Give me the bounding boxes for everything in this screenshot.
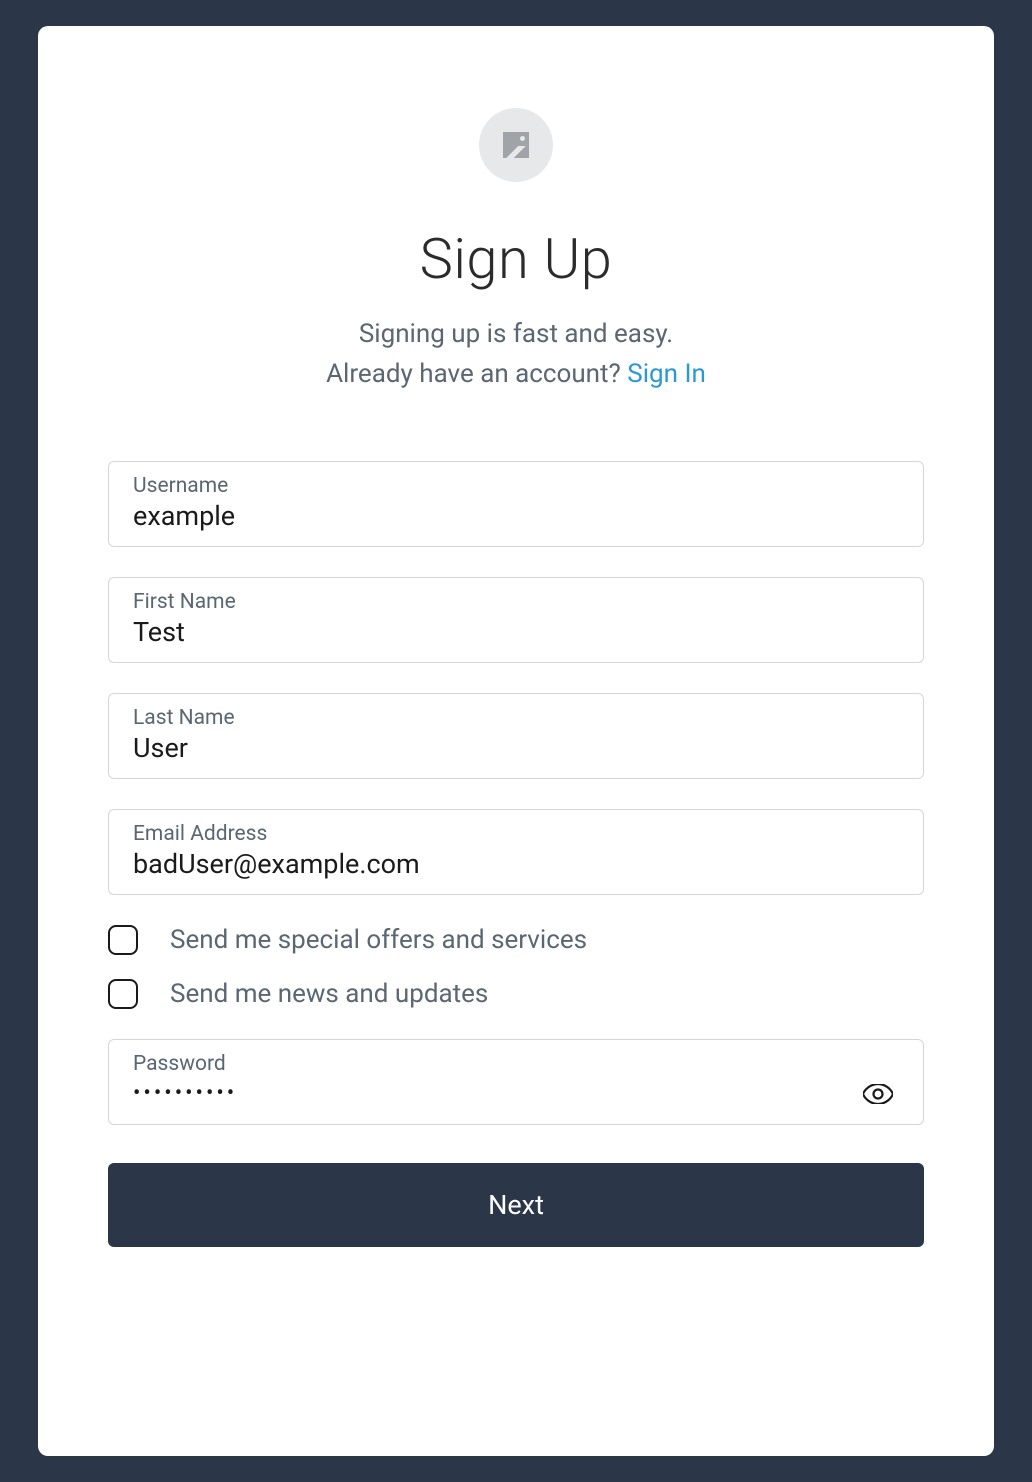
- subtitle: Signing up is fast and easy. Already hav…: [108, 314, 924, 395]
- firstname-wrapper[interactable]: First Name: [108, 577, 924, 663]
- password-wrapper[interactable]: Password: [108, 1039, 924, 1125]
- subtitle-text-2: Already have an account?: [326, 359, 627, 389]
- lastname-group: Last Name: [108, 693, 924, 779]
- lastname-label: Last Name: [133, 706, 899, 730]
- signup-card: Sign Up Signing up is fast and easy. Alr…: [38, 26, 994, 1456]
- eye-icon[interactable]: [857, 1078, 899, 1110]
- next-button[interactable]: Next: [108, 1163, 924, 1247]
- firstname-label: First Name: [133, 590, 899, 614]
- email-input[interactable]: [133, 848, 899, 880]
- firstname-input[interactable]: [133, 616, 899, 648]
- username-wrapper[interactable]: Username: [108, 461, 924, 547]
- password-group: Password: [108, 1039, 924, 1125]
- subtitle-text-1: Signing up is fast and easy.: [359, 319, 673, 349]
- username-input[interactable]: [133, 500, 899, 532]
- password-input[interactable]: [133, 1081, 857, 1106]
- email-label: Email Address: [133, 822, 899, 846]
- page-title: Sign Up: [108, 226, 924, 292]
- signin-link[interactable]: Sign In: [627, 359, 706, 389]
- email-group: Email Address: [108, 809, 924, 895]
- avatar-placeholder: [479, 108, 553, 182]
- lastname-input[interactable]: [133, 732, 899, 764]
- checkboxes-section: Send me special offers and services Send…: [108, 925, 924, 1009]
- news-checkbox[interactable]: [108, 979, 138, 1009]
- lastname-wrapper[interactable]: Last Name: [108, 693, 924, 779]
- news-row: Send me news and updates: [108, 979, 924, 1009]
- news-label: Send me news and updates: [170, 979, 488, 1009]
- username-label: Username: [133, 474, 899, 498]
- username-group: Username: [108, 461, 924, 547]
- image-placeholder-icon: [503, 132, 529, 158]
- firstname-group: First Name: [108, 577, 924, 663]
- password-label: Password: [133, 1052, 899, 1076]
- email-wrapper[interactable]: Email Address: [108, 809, 924, 895]
- offers-checkbox[interactable]: [108, 925, 138, 955]
- offers-label: Send me special offers and services: [170, 925, 587, 955]
- offers-row: Send me special offers and services: [108, 925, 924, 955]
